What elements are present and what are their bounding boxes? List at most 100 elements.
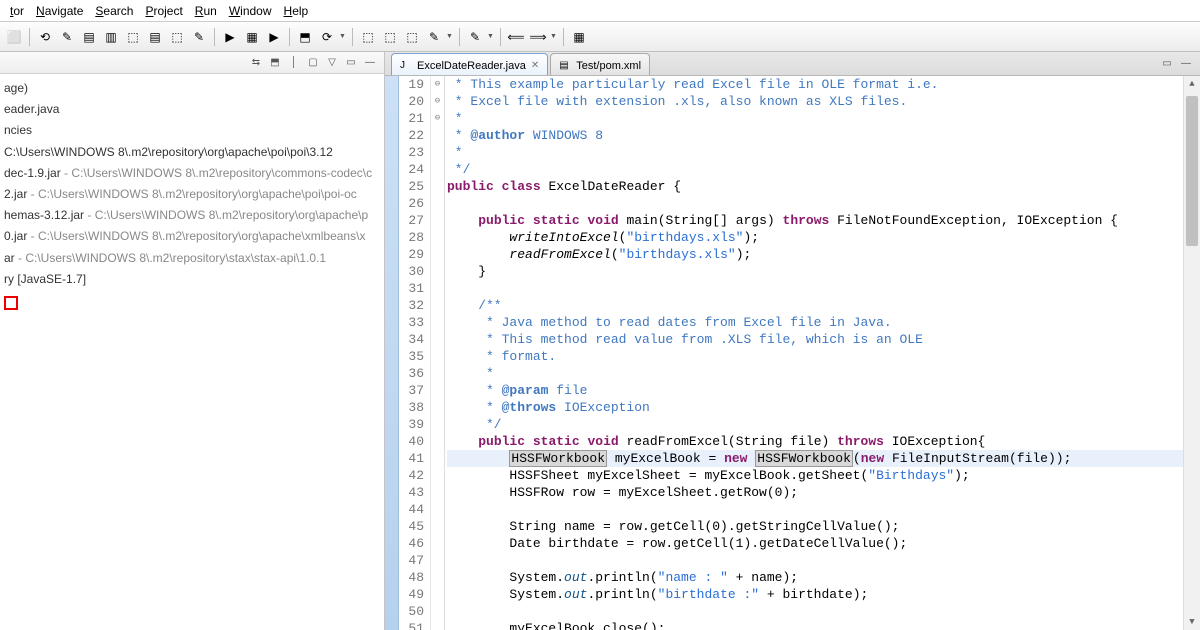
toolbar-button[interactable]: ✎ [465, 27, 485, 47]
code-line[interactable]: Date birthdate = row.getCell(1).getDateC… [447, 535, 1183, 552]
code-line[interactable]: * [447, 110, 1183, 127]
dropdown-icon[interactable]: ▼ [487, 33, 495, 40]
tree-item[interactable]: C:\Users\WINDOWS 8\.m2\repository\org\ap… [4, 142, 384, 163]
toolbar-button[interactable]: ⟹ [528, 27, 548, 47]
view-toolbar-button[interactable]: │ [286, 55, 302, 71]
fold-toggle-icon[interactable]: ⊖ [431, 76, 444, 93]
toolbar-button[interactable]: ✎ [424, 27, 444, 47]
toolbar-button[interactable]: ▦ [569, 27, 589, 47]
code-line[interactable]: } [447, 263, 1183, 280]
tree-item[interactable]: eader.java [4, 99, 384, 120]
code-line[interactable] [447, 501, 1183, 518]
code-text[interactable]: * This example particularly read Excel f… [445, 76, 1183, 630]
toolbar-button[interactable]: ⬜ [4, 27, 24, 47]
code-line[interactable]: public static void readFromExcel(String … [447, 433, 1183, 450]
menu-navigate[interactable]: Navigate [30, 2, 89, 20]
close-icon[interactable]: ✕ [531, 60, 539, 71]
code-line[interactable]: * @param file [447, 382, 1183, 399]
toolbar-button[interactable]: ▤ [79, 27, 99, 47]
menu-tor[interactable]: tor [4, 2, 30, 20]
code-line[interactable] [447, 552, 1183, 569]
dropdown-icon[interactable]: ▼ [339, 33, 347, 40]
view-toolbar-button[interactable]: ⇆ [248, 55, 264, 71]
toolbar-button[interactable]: ▶ [220, 27, 240, 47]
code-line[interactable]: * @throws IOException [447, 399, 1183, 416]
menu-project[interactable]: Project [139, 2, 188, 20]
toolbar-button[interactable]: ⟳ [317, 27, 337, 47]
editor-tab[interactable]: ▤Test/pom.xml [550, 53, 650, 75]
fold-toggle-icon[interactable]: ⊖ [431, 93, 444, 110]
dropdown-icon[interactable]: ▼ [446, 33, 454, 40]
code-line[interactable]: readFromExcel("birthdays.xls"); [447, 246, 1183, 263]
tab-control-button[interactable]: ▭ [1159, 55, 1175, 71]
scroll-thumb[interactable] [1186, 96, 1198, 246]
tree-item[interactable]: ncies [4, 120, 384, 141]
fold-gutter[interactable]: ⊖⊖⊖ [431, 76, 445, 630]
toolbar-button[interactable]: ⬚ [380, 27, 400, 47]
toolbar-button[interactable]: ⬚ [123, 27, 143, 47]
code-line[interactable]: * [447, 365, 1183, 382]
code-line[interactable]: */ [447, 416, 1183, 433]
code-line[interactable]: * Java method to read dates from Excel f… [447, 314, 1183, 331]
toolbar-button[interactable]: ▤ [145, 27, 165, 47]
toolbar-button[interactable]: ✎ [189, 27, 209, 47]
code-line[interactable]: * Excel file with extension .xls, also k… [447, 93, 1183, 110]
dropdown-icon[interactable]: ▼ [550, 33, 558, 40]
tree-item[interactable]: age) [4, 78, 384, 99]
view-toolbar-button[interactable]: ▭ [343, 55, 359, 71]
project-tree[interactable]: age)eader.javanciesC:\Users\WINDOWS 8\.m… [0, 74, 384, 320]
toolbar-button[interactable]: ▦ [242, 27, 262, 47]
scroll-up-icon[interactable]: ▲ [1184, 76, 1200, 92]
toolbar-button[interactable]: ✎ [57, 27, 77, 47]
code-line[interactable] [447, 280, 1183, 297]
code-line[interactable]: public class ExcelDateReader { [447, 178, 1183, 195]
vertical-scrollbar[interactable]: ▲ ▼ [1183, 76, 1200, 630]
toolbar-button[interactable]: ▥ [101, 27, 121, 47]
tree-item[interactable]: ry [JavaSE-1.7] [4, 269, 384, 290]
code-line[interactable] [447, 195, 1183, 212]
code-line[interactable]: String name = row.getCell(0).getStringCe… [447, 518, 1183, 535]
code-line[interactable] [447, 603, 1183, 620]
code-line[interactable]: /** [447, 297, 1183, 314]
code-line[interactable]: * @author WINDOWS 8 [447, 127, 1183, 144]
tree-item[interactable]: 2.jar - C:\Users\WINDOWS 8\.m2\repositor… [4, 184, 384, 205]
toolbar-button[interactable]: ⟲ [35, 27, 55, 47]
code-line[interactable]: * This example particularly read Excel f… [447, 76, 1183, 93]
toolbar-button[interactable]: ⬚ [402, 27, 422, 47]
code-line[interactable]: System.out.println("birthdate :" + birth… [447, 586, 1183, 603]
editor-tab[interactable]: JExcelDateReader.java✕ [391, 53, 548, 75]
toolbar-button[interactable]: ⬒ [295, 27, 315, 47]
view-toolbar-button[interactable]: ▽ [324, 55, 340, 71]
code-line[interactable]: * format. [447, 348, 1183, 365]
code-line[interactable]: HSSFSheet myExcelSheet = myExcelBook.get… [447, 467, 1183, 484]
code-editor[interactable]: 1920212223242526272829303132333435363738… [385, 76, 1200, 630]
tree-item[interactable]: 0.jar - C:\Users\WINDOWS 8\.m2\repositor… [4, 226, 384, 247]
code-line[interactable]: System.out.println("name : " + name); [447, 569, 1183, 586]
code-line[interactable]: * [447, 144, 1183, 161]
fold-toggle-icon[interactable]: ⊖ [431, 110, 444, 127]
code-line[interactable]: HSSFWorkbook myExcelBook = new HSSFWorkb… [447, 450, 1183, 467]
scroll-down-icon[interactable]: ▼ [1184, 614, 1200, 630]
menu-window[interactable]: Window [223, 2, 278, 20]
view-toolbar-button[interactable]: — [362, 55, 378, 71]
toolbar-button[interactable]: ▶ [264, 27, 284, 47]
view-toolbar-button[interactable]: ▢ [305, 55, 321, 71]
toolbar-button[interactable]: ⬚ [167, 27, 187, 47]
line-number: 27 [399, 212, 424, 229]
view-toolbar-button[interactable]: ⬒ [267, 55, 283, 71]
tab-control-button[interactable]: — [1178, 55, 1194, 71]
menu-search[interactable]: Search [89, 2, 139, 20]
toolbar-button[interactable]: ⟸ [506, 27, 526, 47]
code-line[interactable]: */ [447, 161, 1183, 178]
menu-help[interactable]: Help [278, 2, 315, 20]
code-line[interactable]: myExcelBook.close(); [447, 620, 1183, 630]
menu-run[interactable]: Run [189, 2, 223, 20]
code-line[interactable]: HSSFRow row = myExcelSheet.getRow(0); [447, 484, 1183, 501]
code-line[interactable]: public static void main(String[] args) t… [447, 212, 1183, 229]
toolbar-button[interactable]: ⬚ [358, 27, 378, 47]
tree-item[interactable]: ar - C:\Users\WINDOWS 8\.m2\repository\s… [4, 248, 384, 269]
code-line[interactable]: writeIntoExcel("birthdays.xls"); [447, 229, 1183, 246]
tree-item[interactable]: dec-1.9.jar - C:\Users\WINDOWS 8\.m2\rep… [4, 163, 384, 184]
tree-item[interactable]: hemas-3.12.jar - C:\Users\WINDOWS 8\.m2\… [4, 205, 384, 226]
code-line[interactable]: * This method read value from .XLS file,… [447, 331, 1183, 348]
